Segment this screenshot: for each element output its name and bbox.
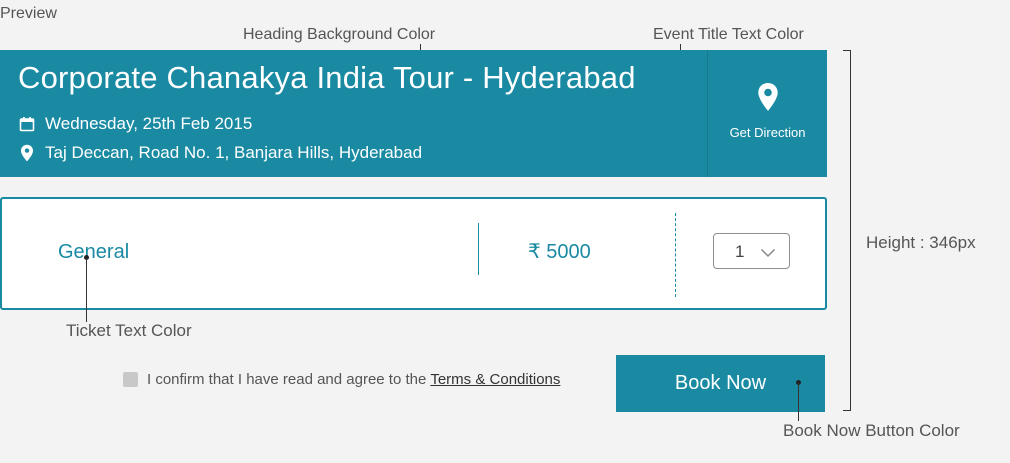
- book-now-color-leader: [798, 383, 799, 421]
- event-venue-row: Taj Deccan, Road No. 1, Banjara Hills, H…: [18, 143, 422, 163]
- ticket-name: General: [58, 241, 130, 263]
- calendar-icon: [18, 115, 36, 133]
- ticket-price: ₹ 5000: [528, 241, 591, 263]
- confirm-text: I confirm that I have read and agree to …: [147, 371, 427, 388]
- event-date: Wednesday, 25th Feb 2015: [45, 114, 253, 133]
- terms-checkbox[interactable]: [123, 372, 138, 387]
- preview-label: Preview: [0, 5, 57, 22]
- get-direction-button[interactable]: Get Direction: [708, 50, 827, 177]
- quantity-value: 1: [735, 242, 745, 261]
- event-title-color-annotation: Event Title Text Color: [653, 26, 804, 43]
- heading-bg-annotation: Heading Background Color: [243, 26, 436, 43]
- height-annotation: Height : 346px: [866, 233, 976, 252]
- event-title: Corporate Chanakya India Tour - Hyderaba…: [18, 60, 636, 95]
- terms-confirm: I confirm that I have read and agree to …: [123, 371, 560, 388]
- event-date-row: Wednesday, 25th Feb 2015: [18, 114, 252, 134]
- ticket-text-color-annotation: Ticket Text Color: [66, 321, 192, 340]
- ticket-text-color-leader: [86, 258, 87, 322]
- terms-link[interactable]: Terms & Conditions: [430, 371, 560, 388]
- event-header: Corporate Chanakya India Tour - Hyderaba…: [0, 50, 827, 177]
- quantity-select[interactable]: 1: [713, 233, 790, 269]
- height-bracket: [843, 50, 851, 411]
- ticket-dashed-divider: [675, 213, 676, 297]
- book-now-button[interactable]: Book Now: [616, 355, 825, 412]
- map-pin-icon: [757, 82, 779, 117]
- get-direction-label: Get Direction: [729, 125, 806, 140]
- book-now-color-annotation: Book Now Button Color: [783, 421, 960, 440]
- location-pin-icon: [18, 144, 36, 162]
- ticket-row: General ₹ 5000 1: [0, 197, 827, 310]
- ticket-divider: [478, 223, 479, 275]
- event-venue: Taj Deccan, Road No. 1, Banjara Hills, H…: [45, 143, 423, 162]
- chevron-down-icon: [760, 245, 776, 263]
